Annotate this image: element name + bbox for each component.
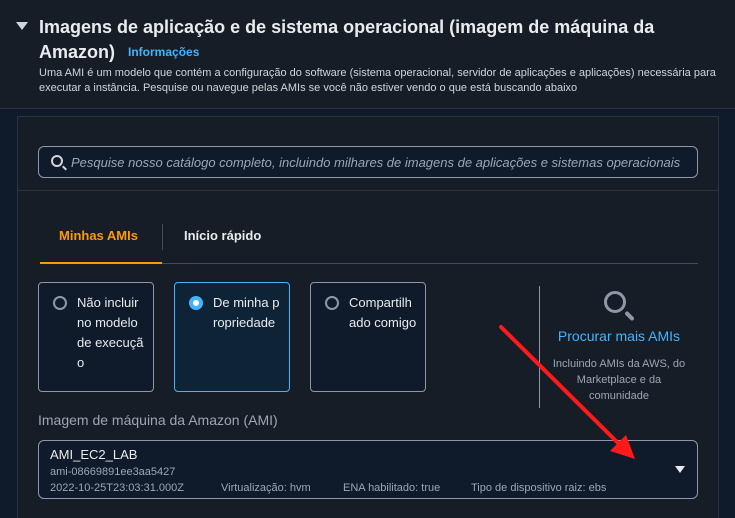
annotation-arrow-icon	[499, 325, 635, 459]
